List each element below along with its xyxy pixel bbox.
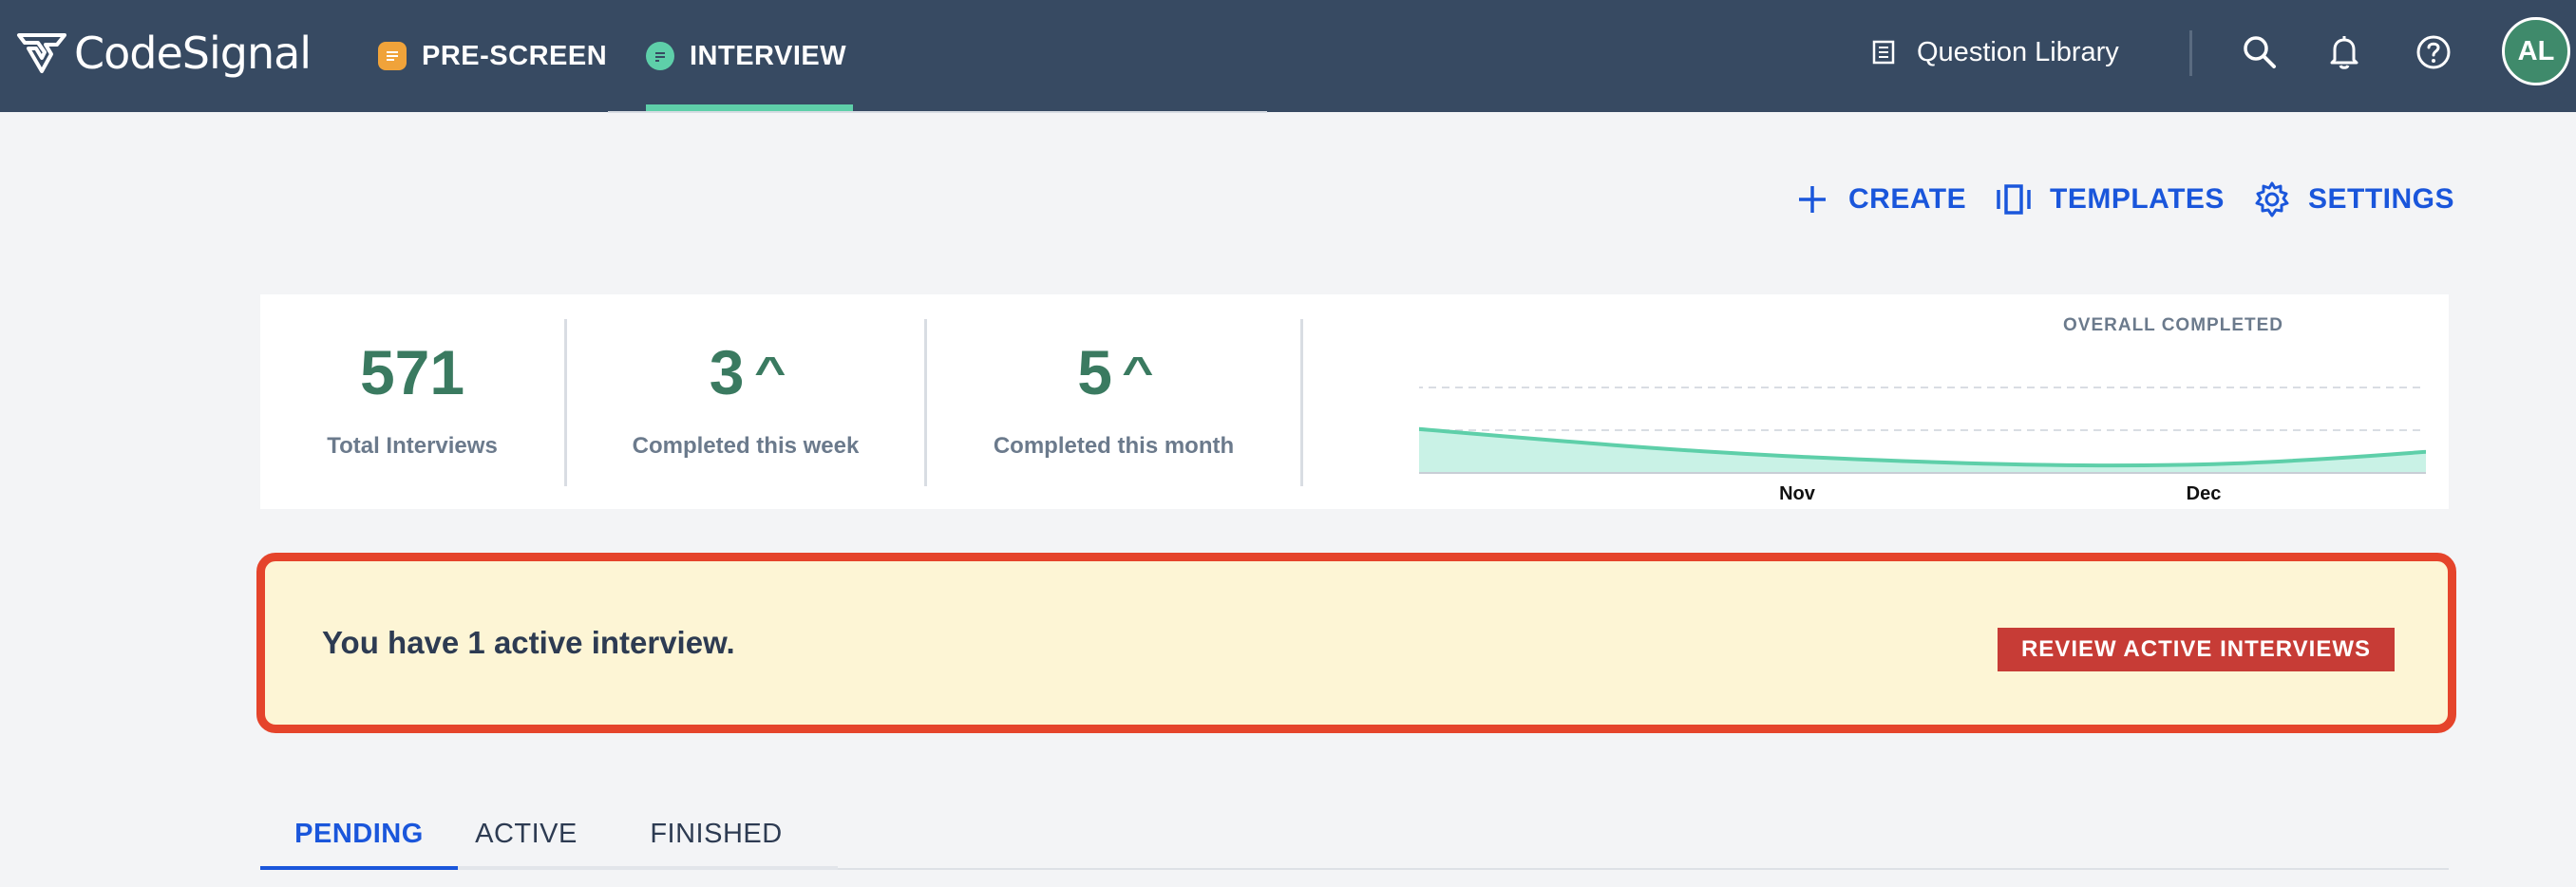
x-tick-label: Dec	[2187, 483, 2222, 501]
interview-icon	[646, 42, 674, 70]
tab-finished[interactable]: FINISHED	[595, 798, 838, 870]
stat-completed-week: 3 ^ Completed this week	[567, 294, 924, 509]
nav-tab-interview[interactable]: INTERVIEW	[646, 0, 846, 112]
active-interview-banner: You have 1 active interview. REVIEW ACTI…	[256, 553, 2456, 733]
settings-label: SETTINGS	[2308, 183, 2455, 215]
stat-completed-month: 5 ^ Completed this month	[927, 294, 1300, 509]
stat-label: Total Interviews	[327, 433, 498, 459]
help-button[interactable]	[2410, 28, 2457, 76]
stat-number: 5	[1077, 337, 1112, 407]
overall-completed-chart: 0612AugSepOctNovDecJan	[1419, 387, 2426, 501]
tab-track	[458, 866, 838, 870]
review-active-interviews-button[interactable]: REVIEW ACTIVE INTERVIEWS	[1998, 628, 2395, 671]
question-library-label: Question Library	[1917, 36, 2119, 67]
stat-value: 5 ^	[927, 336, 1300, 408]
interview-list-tabs: PENDING ACTIVE FINISHED	[260, 798, 2449, 870]
question-library-link[interactable]: Question Library	[1871, 0, 2119, 104]
plus-icon	[1799, 186, 1826, 213]
stat-label: Completed this week	[632, 433, 860, 459]
nav-divider	[2189, 30, 2192, 76]
brand-logo[interactable]: CodeSignal	[15, 25, 312, 82]
settings-button[interactable]: SETTINGS	[2253, 177, 2454, 222]
stat-divider	[1300, 319, 1303, 486]
nav-tab-label: PRE-SCREEN	[422, 40, 608, 71]
create-button[interactable]: CREATE	[1793, 177, 1966, 222]
stat-value: 3 ^	[567, 336, 924, 408]
nav-shadow-line	[608, 111, 1267, 113]
book-icon	[1872, 40, 1895, 65]
tab-pending[interactable]: PENDING	[260, 798, 458, 870]
gear-icon	[2255, 181, 2289, 217]
stat-label: Completed this month	[993, 433, 1235, 459]
search-icon	[2244, 36, 2276, 68]
top-navbar: CodeSignal PRE-SCREEN INTERVIEW Question…	[0, 0, 2576, 112]
stat-value: 571	[260, 336, 564, 408]
nav-tab-prescreen[interactable]: PRE-SCREEN	[378, 0, 607, 112]
trend-up-icon: ^	[1122, 349, 1154, 395]
user-avatar[interactable]: AL	[2502, 17, 2570, 85]
tab-active[interactable]: ACTIVE	[458, 798, 595, 870]
codesignal-logo-icon	[17, 33, 66, 73]
stat-total-interviews: 571 Total Interviews	[260, 294, 564, 509]
trend-up-icon: ^	[753, 349, 786, 395]
stat-number: 571	[359, 337, 465, 407]
nav-tab-label: INTERVIEW	[690, 40, 847, 71]
notifications-button[interactable]	[2320, 28, 2368, 76]
bell-icon	[2330, 36, 2358, 69]
templates-label: TEMPLATES	[2050, 183, 2225, 215]
banner-message: You have 1 active interview.	[322, 625, 735, 660]
create-label: CREATE	[1848, 183, 1967, 215]
brand-name: CodeSignal	[74, 28, 312, 79]
help-icon	[2416, 35, 2451, 69]
templates-icon	[1997, 184, 2031, 215]
prescreen-icon	[378, 42, 407, 70]
x-tick-label: Nov	[1779, 483, 1816, 501]
templates-button[interactable]: TEMPLATES	[1995, 177, 2225, 222]
stats-card: 571 Total Interviews 3 ^ Completed this …	[260, 294, 2449, 509]
tab-active-indicator	[260, 866, 458, 870]
chart-area	[1419, 428, 2426, 473]
stat-number: 3	[709, 337, 745, 407]
search-button[interactable]	[2236, 28, 2283, 76]
